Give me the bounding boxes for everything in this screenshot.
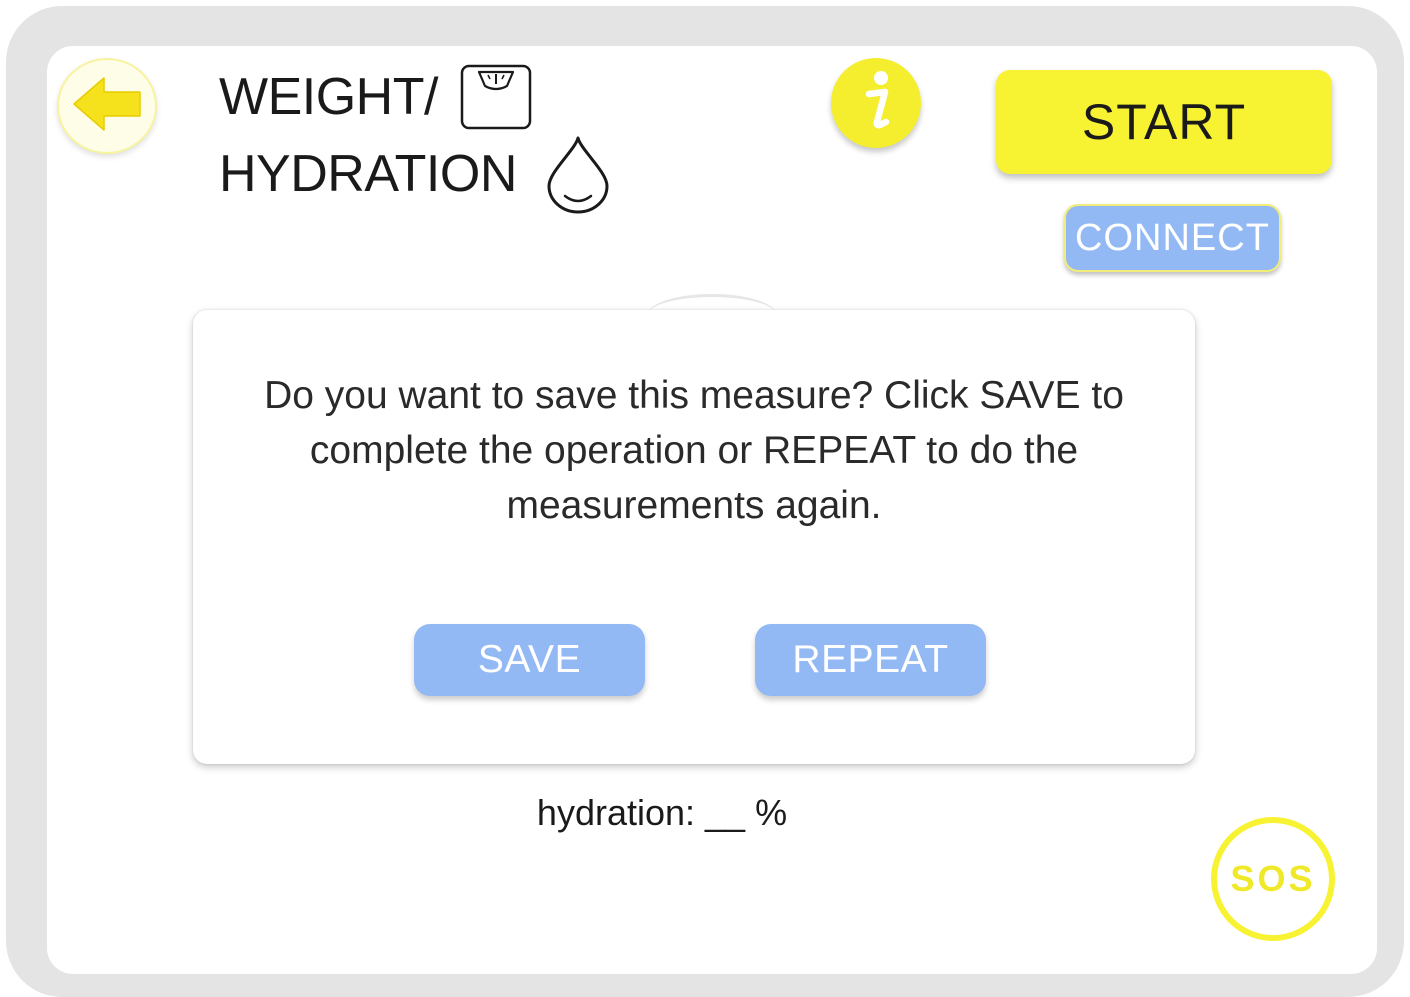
title-hydration-text: HYDRATION [219, 145, 517, 203]
dialog-message: Do you want to save this measure? Click … [264, 374, 1124, 527]
info-icon [851, 68, 901, 139]
back-button[interactable] [57, 58, 157, 154]
app-screen: WEIGHT/ HYDRATION START CONNECT Do you w… [47, 46, 1377, 974]
info-button[interactable] [831, 58, 921, 148]
title-line-1: WEIGHT/ [219, 60, 611, 134]
save-confirmation-dialog: Do you want to save this measure? Click … [193, 310, 1195, 764]
start-button[interactable]: START [996, 70, 1332, 174]
page-title: WEIGHT/ HYDRATION [219, 60, 611, 214]
repeat-button[interactable]: REPEAT [755, 624, 986, 696]
arrow-left-icon [70, 74, 144, 139]
connect-button[interactable]: CONNECT [1064, 204, 1281, 272]
save-button[interactable]: SAVE [414, 624, 645, 696]
device-frame: WEIGHT/ HYDRATION START CONNECT Do you w… [6, 6, 1404, 997]
hydration-readout: hydration: __ % [536, 792, 788, 833]
title-line-2: HYDRATION [219, 134, 611, 214]
sos-button[interactable]: SOS [1211, 817, 1335, 941]
scale-icon [460, 64, 532, 130]
title-weight-text: WEIGHT/ [219, 68, 438, 126]
water-drop-icon [545, 134, 611, 214]
